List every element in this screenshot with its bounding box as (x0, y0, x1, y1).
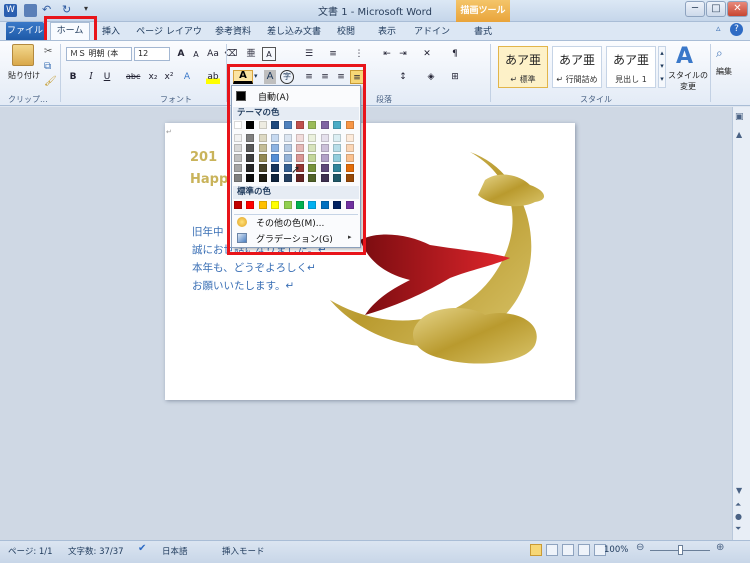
save-icon[interactable] (24, 4, 37, 17)
insert-mode[interactable]: 挿入モード (222, 545, 265, 557)
undo-icon[interactable]: ↶ (42, 3, 51, 16)
text-effects-icon[interactable]: A (180, 70, 194, 84)
paste-button[interactable]: 貼り付け (8, 70, 40, 81)
cut-icon[interactable]: ✂ (44, 46, 52, 57)
phonetic-guide-icon[interactable]: 亜 (244, 47, 258, 61)
next-page-icon[interactable]: ⏷ (735, 524, 741, 534)
greeting-heading-line1: 201 (190, 150, 218, 165)
word-app-icon[interactable]: W (4, 4, 17, 17)
increase-indent-icon[interactable]: ⇥ (396, 47, 410, 61)
decrease-indent-icon[interactable]: ⇤ (380, 47, 394, 61)
qat-customize-icon[interactable]: ▾ (84, 4, 88, 13)
minimize-button[interactable]: ─ (685, 1, 705, 17)
reading-view-icon[interactable] (546, 544, 558, 556)
paste-icon[interactable] (12, 44, 34, 66)
tab-insert[interactable]: 挿入 (96, 24, 126, 40)
highlight-font-color-dropdown (227, 64, 366, 255)
print-layout-view-icon[interactable] (530, 544, 542, 556)
page-indicator[interactable]: ページ: 1/1 (8, 545, 53, 557)
show-marks-icon[interactable]: ¶ (448, 47, 462, 61)
ruler-toggle-icon[interactable]: ▣ (735, 112, 744, 122)
strikethrough-button[interactable]: abc (126, 70, 140, 84)
redo-icon[interactable]: ↻ (62, 3, 71, 16)
group-separator (60, 44, 61, 102)
font-group-label: フォント (160, 95, 192, 104)
scroll-up-icon[interactable]: ▲ (736, 130, 742, 139)
find-icon[interactable]: ⌕ (716, 46, 723, 61)
prev-page-icon[interactable]: ⏶ (735, 500, 741, 510)
shading-icon[interactable]: ◈ (424, 70, 438, 84)
window-title: 文書 1 - Microsoft Word (318, 7, 432, 18)
tab-review[interactable]: 校閲 (332, 24, 360, 40)
edit-button[interactable]: 編集 (716, 66, 732, 77)
format-painter-icon[interactable]: 🖌 (44, 76, 57, 87)
greeting-line: 本年も、どうぞよろしく↵ (192, 262, 316, 274)
scroll-down-icon[interactable]: ▼ (736, 486, 742, 495)
copy-icon[interactable]: ⧉ (44, 61, 51, 72)
ribbon-minimize-icon[interactable]: ▵ (716, 24, 721, 34)
bullets-icon[interactable]: ☰ (302, 47, 316, 61)
font-size-box[interactable]: 12 (134, 47, 170, 61)
text-direction-icon[interactable]: ✕ (420, 47, 434, 61)
tab-references[interactable]: 参考資料 (210, 24, 256, 40)
vertical-scrollbar[interactable] (732, 107, 750, 540)
greeting-line: 旧年中 (192, 226, 224, 238)
character-border-icon[interactable]: A (262, 47, 276, 61)
browse-object-icon[interactable]: ● (735, 512, 742, 521)
zoom-slider-thumb[interactable] (678, 545, 683, 555)
tab-format[interactable]: 書式 (466, 24, 500, 40)
outline-view-icon[interactable] (578, 544, 590, 556)
highlight-icon[interactable]: ab (206, 70, 220, 84)
subscript-button[interactable]: x₂ (146, 70, 160, 84)
tab-view[interactable]: 表示 (372, 24, 402, 40)
style-heading1[interactable]: あア亜 見出し 1 (606, 46, 656, 88)
paragraph-mark: ↵ (166, 128, 172, 136)
shrink-font-icon[interactable]: A (189, 48, 203, 62)
group-separator (490, 44, 491, 102)
help-icon[interactable]: ? (730, 23, 743, 36)
superscript-button[interactable]: x² (162, 70, 176, 84)
styles-scroll-icon[interactable]: ▴ ▾ ▾ (658, 46, 666, 88)
zoom-level[interactable]: 100% (604, 545, 628, 555)
italic-button[interactable]: I (84, 70, 98, 84)
word-count[interactable]: 文字数: 37/37 (68, 545, 124, 557)
proofing-icon[interactable]: ✔ (138, 543, 146, 554)
language-indicator[interactable]: 日本語 (162, 545, 188, 557)
style-normal[interactable]: あア亜 ↵ 標準 (498, 46, 548, 88)
maximize-button[interactable]: □ (706, 1, 726, 17)
highlight-home-tab (44, 16, 97, 43)
grow-font-icon[interactable]: A (174, 47, 188, 61)
tab-mailings[interactable]: 差し込み文書 (262, 24, 326, 40)
greeting-heading-line2: Happ (190, 172, 229, 187)
styles-group-label: スタイル (580, 95, 612, 104)
context-tab-header: 描画ツール (456, 0, 510, 22)
multilevel-list-icon[interactable]: ⋮ (352, 47, 366, 61)
clipboard-group-label: クリップ... (8, 95, 48, 104)
tab-file[interactable]: ファイル (6, 22, 44, 40)
web-view-icon[interactable] (562, 544, 574, 556)
group-separator (710, 44, 711, 102)
change-case-icon[interactable]: Aa (206, 47, 220, 61)
change-styles-button[interactable]: スタイルの 変更 (668, 70, 708, 92)
paragraph-group-label: 段落 (376, 95, 392, 104)
borders-icon[interactable]: ⊞ (448, 70, 462, 84)
zoom-in-icon[interactable]: ⊕ (716, 542, 724, 553)
style-no-spacing[interactable]: あア亜 ↵ 行間詰め (552, 46, 602, 88)
greeting-line: お願いいたします。↵ (192, 280, 295, 292)
close-button[interactable]: ✕ (727, 1, 748, 17)
bold-button[interactable]: B (66, 70, 80, 84)
font-name-box[interactable]: ＭＳ 明朝 (本 (66, 47, 132, 61)
underline-button[interactable]: U (100, 70, 114, 84)
tab-addins[interactable]: アドイン (412, 24, 452, 40)
numbering-icon[interactable]: ≡ (326, 47, 340, 61)
zoom-out-icon[interactable]: ⊖ (636, 542, 644, 553)
line-spacing-icon[interactable]: ↕ (396, 70, 410, 84)
change-styles-icon[interactable]: A (676, 44, 693, 69)
tab-page-layout[interactable]: ページ レイアウト (134, 24, 204, 50)
